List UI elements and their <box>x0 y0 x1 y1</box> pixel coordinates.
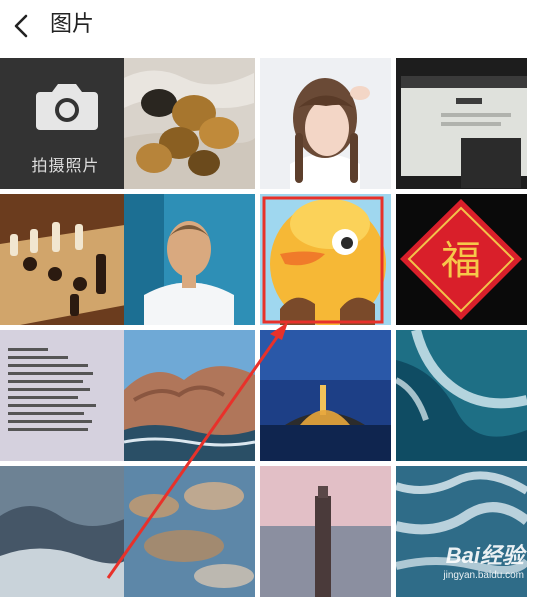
page-title: 图片 <box>50 12 95 37</box>
photo-thumbnail[interactable] <box>0 466 131 597</box>
app-header: 图片 <box>0 0 538 52</box>
photo-thumbnail[interactable] <box>0 194 131 325</box>
photo-thumbnail[interactable] <box>260 194 391 325</box>
watermark-url: jingyan.baidu.com <box>443 570 524 581</box>
camera-icon <box>36 84 98 130</box>
back-button[interactable] <box>6 8 42 44</box>
watermark: Bai经验 jingyan.baidu.com <box>443 538 524 581</box>
photo-thumbnail[interactable] <box>260 330 391 461</box>
photo-thumbnail[interactable] <box>124 330 255 461</box>
back-chevron-icon <box>14 14 28 38</box>
photo-thumbnail[interactable] <box>124 194 255 325</box>
watermark-logo: Bai经验 <box>445 543 524 568</box>
photo-thumbnail[interactable] <box>396 330 527 461</box>
photo-thumbnail[interactable] <box>124 58 255 189</box>
photo-thumbnail[interactable] <box>396 58 527 189</box>
take-photo-tile[interactable]: 拍摄照片 <box>0 58 131 189</box>
photo-grid: 拍摄照片 福 <box>0 58 538 597</box>
svg-text:福: 福 <box>441 238 481 284</box>
photo-thumbnail[interactable] <box>0 330 131 461</box>
photo-thumbnail[interactable] <box>260 466 391 597</box>
photo-thumbnail[interactable] <box>124 466 255 597</box>
take-photo-label: 拍摄照片 <box>31 156 100 175</box>
photo-thumbnail[interactable]: 福 <box>396 194 527 325</box>
photo-thumbnail[interactable] <box>260 58 391 189</box>
